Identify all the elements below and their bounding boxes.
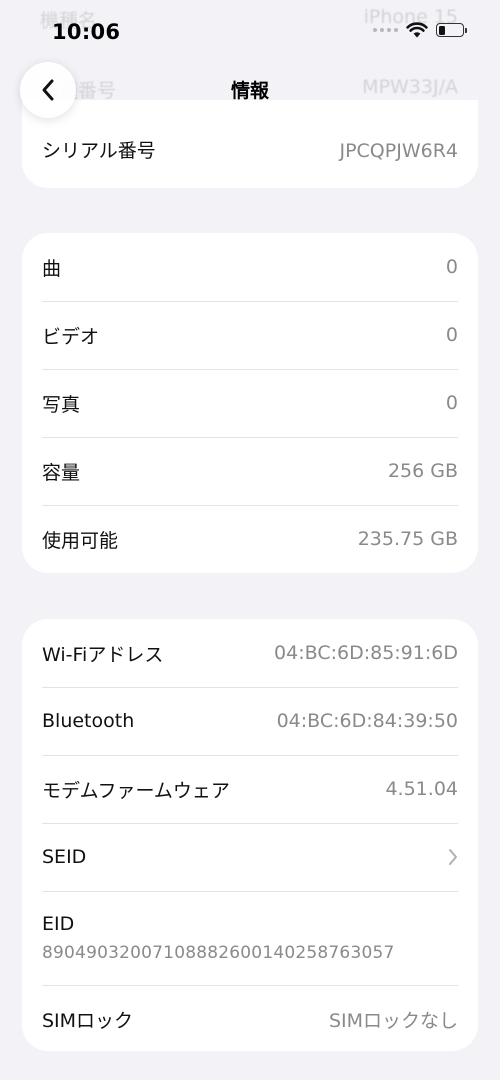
row-value: SIMロックなし xyxy=(328,1009,458,1032)
list-item-bluetooth[interactable]: Bluetooth 04:BC:6D:84:39:50 xyxy=(42,687,458,755)
row-label: EID xyxy=(42,913,75,935)
list-item-available: 使用可能 235.75 GB xyxy=(42,505,458,573)
row-label: Bluetooth xyxy=(42,710,135,732)
row-value: 0 xyxy=(445,256,458,278)
row-label: モデムファームウェア xyxy=(42,779,230,802)
row-label: 容量 xyxy=(42,461,81,484)
status-icons xyxy=(373,22,467,38)
list-item-songs: 曲 0 xyxy=(42,233,458,301)
list-item-photos: 写真 0 xyxy=(42,369,458,437)
row-value: 0 xyxy=(445,324,458,346)
row-label: シリアル番号 xyxy=(42,140,156,162)
row-label: ビデオ xyxy=(42,325,100,348)
page-title: 情報 xyxy=(230,80,269,102)
row-value: 89049032007108882600140258763057 xyxy=(42,943,395,963)
status-time: 10:06 xyxy=(52,20,121,44)
list-item-sim-lock[interactable]: SIMロック SIMロックなし xyxy=(42,985,458,1053)
row-value: 0 xyxy=(445,392,458,414)
battery-icon xyxy=(436,23,467,37)
list-item-videos: ビデオ 0 xyxy=(42,301,458,369)
row-label: 写真 xyxy=(42,393,81,416)
row-value: 235.75 GB xyxy=(357,528,458,550)
row-label: 曲 xyxy=(42,257,62,280)
battery-level xyxy=(438,25,446,35)
row-value: 04:BC:6D:85:91:6D xyxy=(274,642,458,664)
list-item-wifi-address[interactable]: Wi-Fiアドレス 04:BC:6D:85:91:6D xyxy=(42,619,458,687)
row-value: 4.51.04 xyxy=(385,778,458,800)
list-item-eid[interactable]: EID 89049032007108882600140258763057 xyxy=(42,891,458,985)
list-item-capacity: 容量 256 GB xyxy=(42,437,458,505)
row-label: Wi-Fiアドレス xyxy=(42,643,164,666)
row-label: 使用可能 xyxy=(42,529,119,552)
row-value: 256 GB xyxy=(387,460,458,482)
row-label: SIMロック xyxy=(42,1009,134,1032)
wifi-icon xyxy=(406,22,428,38)
list-item-modem-firmware[interactable]: モデムファームウェア 4.51.04 xyxy=(42,755,458,823)
list-item-seid[interactable]: SEID xyxy=(42,823,458,891)
media-section: 曲 0 ビデオ 0 写真 0 容量 256 GB 使用可能 235.75 GB xyxy=(22,233,478,573)
row-value: JPCQPJW6R4 xyxy=(339,140,458,162)
row-label: SEID xyxy=(42,846,87,868)
cellular-signal-icon xyxy=(373,28,398,32)
status-bar: 10:06 xyxy=(0,0,500,64)
navigation-bar: 情報 xyxy=(0,60,500,118)
chevron-right-icon xyxy=(448,848,458,866)
row-value: 04:BC:6D:84:39:50 xyxy=(276,710,458,732)
network-section: Wi-Fiアドレス 04:BC:6D:85:91:6D Bluetooth 04… xyxy=(22,619,478,1051)
